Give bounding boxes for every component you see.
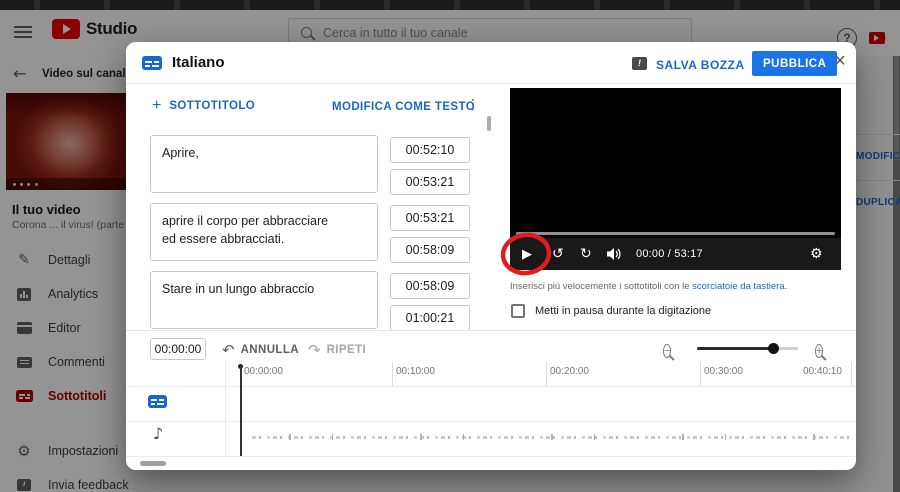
play-icon[interactable]: ▶ — [522, 238, 532, 270]
zoom-slider-fill — [697, 347, 773, 350]
cue-list-scrollbar[interactable] — [487, 116, 491, 131]
plus-icon: + — [152, 98, 161, 114]
player-progress-bar[interactable] — [516, 232, 835, 235]
redo-button[interactable]: ↷ RIPETI — [308, 341, 366, 359]
player-controls-bar: ▶ ↺ ↻ 00:00 / 53:17 ⚙ — [510, 238, 841, 270]
shortcut-tip: Inserisci più velocemente i sottotitoli … — [510, 281, 856, 292]
add-subtitle-button[interactable]: + SOTTOTITOLO — [152, 98, 255, 114]
ruler-tick — [851, 362, 852, 386]
track-divider — [126, 386, 856, 387]
dialog-title: Italiano — [172, 54, 225, 71]
ruler-tick — [392, 362, 393, 386]
more-options-icon[interactable]: ⋮ — [466, 97, 480, 113]
close-icon[interactable]: × — [829, 50, 851, 73]
cue-start-time[interactable]: 00:53:21 — [390, 205, 470, 231]
zoom-slider-knob[interactable] — [768, 343, 779, 354]
player-time-display: 00:00 / 53:17 — [636, 238, 703, 270]
pause-while-typing-label: Metti in pausa durante la digitazione — [535, 305, 711, 317]
track-label-separator — [225, 361, 226, 456]
cue-end-time[interactable]: 00:58:09 — [390, 237, 470, 263]
ruler-tick — [700, 362, 701, 386]
youtube-studio-screen: Studio ? ← Video sul canale Il tuo video… — [0, 0, 900, 492]
cue-text-input[interactable]: aprire il corpo per abbracciare ed esser… — [150, 203, 378, 261]
ruler-label: 00:10:00 — [396, 366, 435, 377]
track-divider — [126, 421, 856, 422]
add-subtitle-label: SOTTOTITOLO — [169, 100, 255, 112]
subtitle-track-icon — [148, 395, 167, 408]
track-divider — [126, 456, 856, 457]
undo-button[interactable]: ↶ ANNULLA — [222, 341, 299, 359]
cue-end-time[interactable]: 00:53:21 — [390, 169, 470, 195]
cue-text-input[interactable]: Aprire, — [150, 135, 378, 193]
zoom-in-icon[interactable]: + — [815, 341, 829, 355]
audio-waveform — [252, 436, 852, 439]
feedback-icon[interactable] — [632, 57, 647, 70]
keyboard-shortcuts-link[interactable]: scorciatoie da tastiera. — [692, 281, 787, 292]
tip-text: Inserisci più velocemente i sottotitoli … — [510, 281, 692, 292]
cue-start-time[interactable]: 00:58:09 — [390, 273, 470, 299]
cue-start-time[interactable]: 00:52:10 — [390, 137, 470, 163]
zoom-out-icon[interactable]: − — [663, 341, 677, 355]
pause-while-typing-checkbox[interactable] — [511, 304, 525, 318]
redo-icon: ↷ — [308, 341, 321, 359]
timecode-input[interactable]: 00:00:00 — [150, 338, 206, 360]
subtitle-editor-dialog: Italiano SALVA BOZZA PUBBLICA × + SOTTOT… — [126, 42, 856, 470]
ruler-label: 00:20:00 — [550, 366, 589, 377]
audio-track-icon: ♪ — [153, 424, 163, 443]
volume-icon[interactable] — [606, 238, 622, 270]
undo-label: ANNULLA — [241, 344, 299, 356]
timeline-section: 00:00:00 ↶ ANNULLA ↷ RIPETI − + 00:00:00… — [126, 330, 856, 470]
timeline-horizontal-scrollbar[interactable] — [140, 461, 166, 466]
player-settings-icon[interactable]: ⚙ — [810, 238, 823, 270]
ruler-tick — [546, 362, 547, 386]
ruler-label: 00:30:00 — [704, 366, 743, 377]
subtitles-icon — [142, 56, 162, 70]
cue-text-input[interactable]: Stare in un lungo abbraccio — [150, 271, 378, 329]
publish-button[interactable]: PUBBLICA — [752, 51, 837, 76]
edit-as-text-button[interactable]: MODIFICA COME TESTO — [332, 101, 475, 113]
seek-forward-icon[interactable]: ↻ — [580, 238, 592, 270]
timeline-zoom-slider[interactable] — [697, 347, 798, 350]
cue-end-time[interactable]: 01:00:21 — [390, 305, 470, 331]
seek-back-icon[interactable]: ↺ — [552, 238, 564, 270]
video-player[interactable]: ▶ ↺ ↻ 00:00 / 53:17 ⚙ — [510, 88, 841, 270]
undo-icon: ↶ — [222, 341, 235, 359]
ruler-label: 00:00:00 — [244, 366, 283, 377]
ruler-label: 00:40:10 — [803, 366, 842, 377]
dialog-header: Italiano SALVA BOZZA PUBBLICA × — [126, 42, 856, 84]
redo-label: RIPETI — [327, 344, 366, 356]
playhead-line — [240, 366, 242, 456]
save-draft-button[interactable]: SALVA BOZZA — [656, 58, 745, 72]
